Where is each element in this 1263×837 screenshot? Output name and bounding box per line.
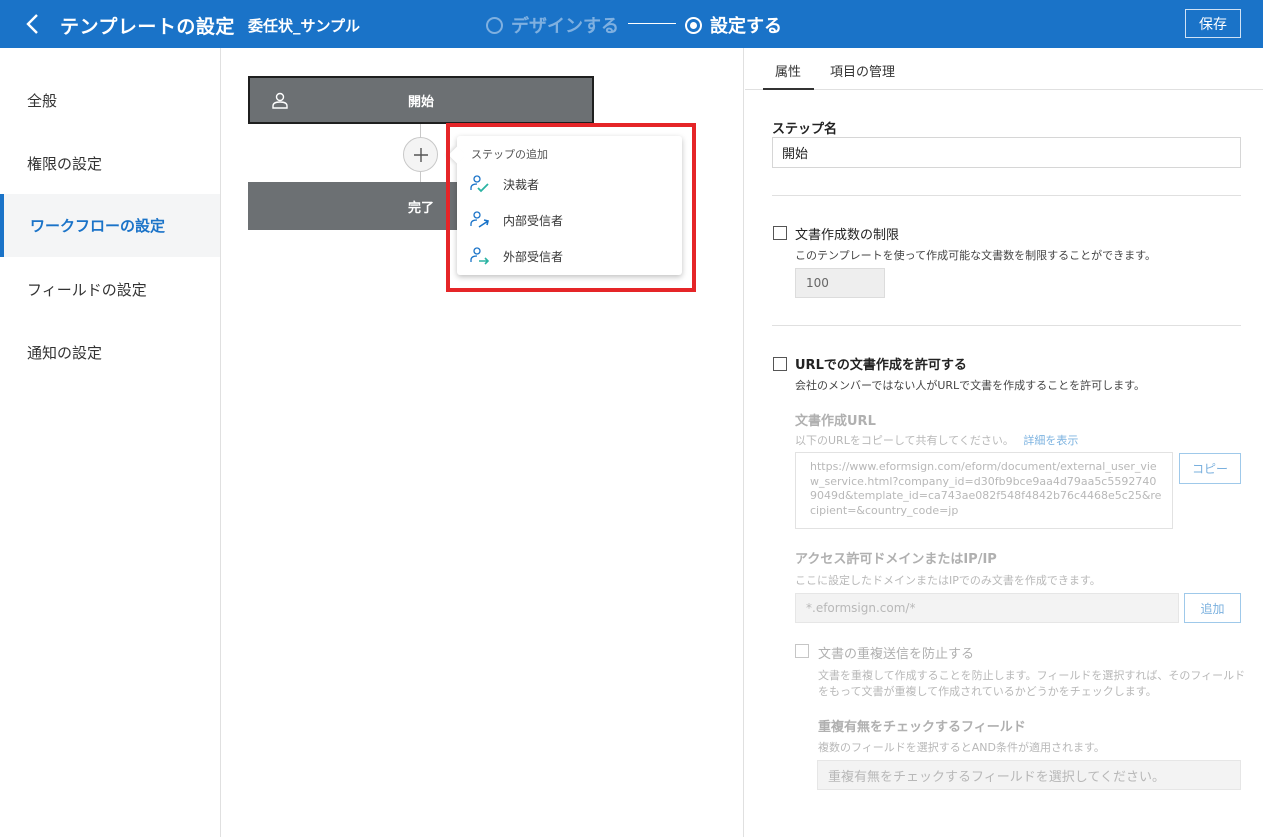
step-design-label: デザインする — [511, 16, 619, 37]
step-name-label: ステップ名 — [772, 122, 838, 137]
dup-prevent-desc-line2: をもって文書が重複して作成されているかどうかをチェックします。 — [818, 685, 1157, 698]
add-step-popup: ステップの追加 決裁者 内部受信者 外部受信者 — [448, 136, 682, 275]
dup-field-label: 重複有無をチェックするフィールド — [818, 720, 1026, 735]
document-name: 委任状_サンプル — [248, 17, 361, 35]
user-icon — [270, 91, 290, 111]
page-title: テンプレートの設定 — [60, 16, 235, 38]
add-step-button[interactable] — [403, 137, 438, 172]
approver-icon — [470, 175, 489, 193]
sidebar-item-general[interactable]: 全般 — [0, 69, 220, 132]
divider — [772, 325, 1241, 326]
panel-tabs: 属性 項目の管理 — [745, 48, 1263, 90]
radio-selected-icon — [685, 16, 702, 34]
popup-item-internal-recipient[interactable]: 内部受信者 — [469, 205, 669, 235]
domain-input[interactable]: *.eformsign.com/* — [795, 593, 1179, 623]
step-connector — [628, 23, 676, 24]
limit-description: このテンプレートを使って作成可能な文書数を制限することができます。 — [795, 249, 1157, 262]
popup-item-label: 決裁者 — [503, 177, 540, 192]
url-field-description: 以下のURLをコピーして共有してください。 詳細を表示 — [795, 432, 1078, 448]
plus-icon — [413, 147, 428, 162]
step-name-input[interactable]: 開始 — [772, 137, 1241, 168]
sidebar-item-notifications[interactable]: 通知の設定 — [0, 321, 220, 384]
copy-button[interactable]: コピー — [1179, 453, 1241, 484]
detail-link[interactable]: 詳細を表示 — [1023, 434, 1078, 447]
limit-label: 文書作成数の制限 — [795, 228, 900, 243]
workflow-step-end-label: 完了 — [407, 200, 434, 216]
tab-item-management[interactable]: 項目の管理 — [830, 61, 895, 80]
back-icon[interactable] — [22, 10, 46, 38]
workflow-step-start[interactable]: 開始 — [248, 76, 594, 124]
dup-prevent-desc-line1: 文書を重複して作成することを防止します。フィールドを選択すれば、そのフィールド — [818, 669, 1246, 682]
popup-item-label: 外部受信者 — [503, 249, 564, 264]
url-textarea[interactable]: https://www.eformsign.com/eform/document… — [795, 452, 1173, 529]
dup-prevent-checkbox[interactable] — [795, 644, 809, 658]
domain-description: ここに設定したドメインまたはIPでのみ文書を作成できます。 — [795, 574, 1101, 587]
dup-field-description: 複数のフィールドを選択するとAND条件が適用されます。 — [818, 741, 1105, 754]
dup-field-select[interactable]: 重複有無をチェックするフィールドを選択してください。 — [817, 760, 1241, 790]
save-button[interactable]: 保存 — [1185, 9, 1241, 38]
radio-icon — [486, 16, 503, 34]
sidebar-item-fields[interactable]: フィールドの設定 — [0, 258, 220, 321]
limit-count-input[interactable]: 100 — [795, 268, 885, 298]
dup-prevent-label: 文書の重複送信を防止する — [818, 647, 975, 662]
url-field-desc-text: 以下のURLをコピーして共有してください。 — [795, 434, 1014, 447]
url-field-label: 文書作成URL — [795, 414, 876, 429]
tab-active-indicator — [763, 88, 814, 90]
step-design[interactable]: デザインする — [486, 12, 619, 38]
external-recipient-icon — [470, 247, 490, 265]
url-creation-label: URLでの文書作成を許可する — [795, 358, 967, 373]
step-settings[interactable]: 設定する — [685, 12, 782, 38]
tab-attributes[interactable]: 属性 — [775, 61, 801, 80]
workflow-canvas: 開始 完了 ステップの追加 決裁者 内部受信者 外部受信者 — [221, 48, 744, 837]
internal-recipient-icon — [470, 211, 489, 228]
workflow-step-start-label: 開始 — [407, 94, 434, 110]
sidebar-item-workflow[interactable]: ワークフローの設定 — [0, 194, 220, 257]
popup-title: ステップの追加 — [471, 148, 548, 161]
properties-panel: 属性 項目の管理 ステップ名 開始 文書作成数の制限 このテンプレートを使って作… — [745, 48, 1263, 837]
app-header: テンプレートの設定 委任状_サンプル デザインする 設定する 保存 — [0, 0, 1263, 48]
domain-label: アクセス許可ドメインまたはIP/IP — [795, 552, 997, 567]
url-creation-checkbox[interactable] — [773, 357, 787, 371]
divider — [772, 195, 1241, 196]
url-creation-description: 会社のメンバーではない人がURLで文書を作成することを許可します。 — [795, 379, 1146, 392]
popup-item-external-recipient[interactable]: 外部受信者 — [469, 241, 669, 271]
popup-item-label: 内部受信者 — [503, 213, 564, 228]
popup-arrow — [448, 146, 466, 164]
step-settings-label: 設定する — [710, 16, 782, 37]
settings-sidebar: 全般 権限の設定 ワークフローの設定 フィールドの設定 通知の設定 — [0, 48, 221, 837]
limit-checkbox[interactable] — [773, 226, 787, 240]
add-domain-button[interactable]: 追加 — [1184, 593, 1241, 623]
popup-item-approver[interactable]: 決裁者 — [469, 169, 669, 199]
sidebar-item-permissions[interactable]: 権限の設定 — [0, 132, 220, 195]
